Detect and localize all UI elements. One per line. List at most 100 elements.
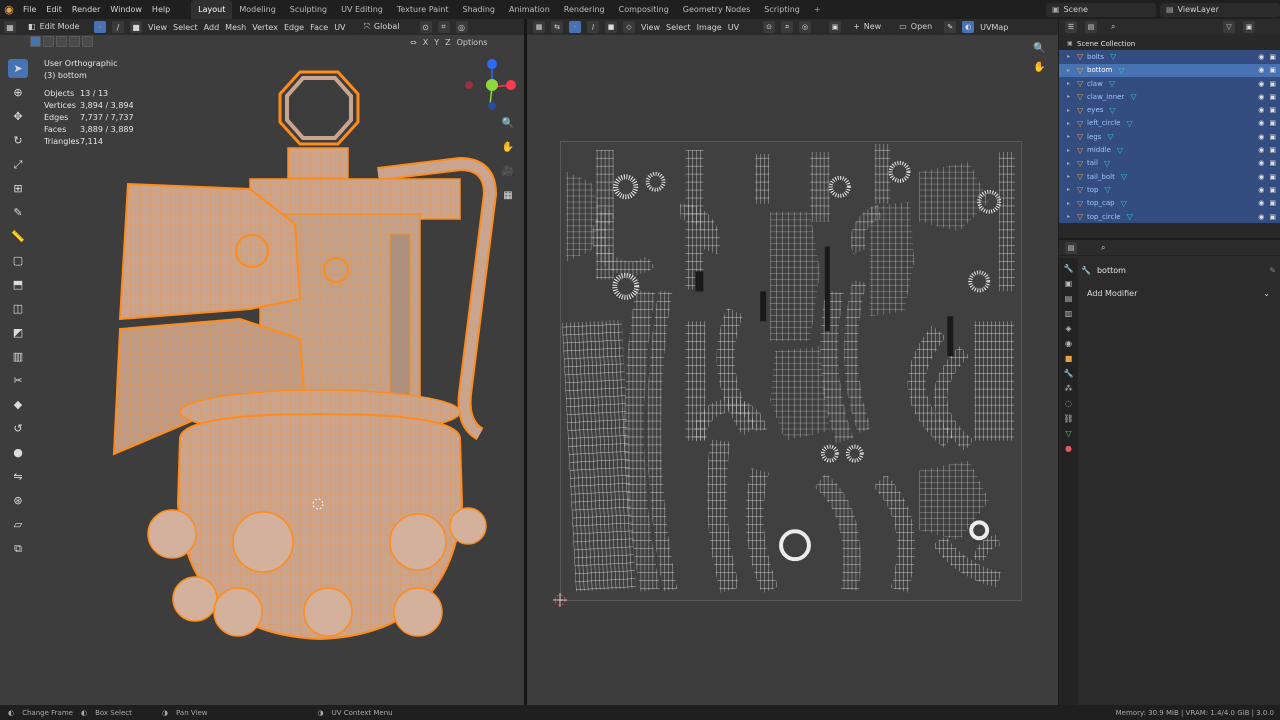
uv-island[interactable]	[693, 398, 768, 442]
filter-icon[interactable]: ▽	[1223, 21, 1235, 33]
tab-shading[interactable]: Shading	[455, 0, 502, 19]
open-image-button[interactable]: ▭ Open	[893, 20, 939, 34]
uv-island[interactable]	[755, 153, 770, 204]
tab-rendering[interactable]: Rendering	[557, 0, 612, 19]
data-tab-icon[interactable]: ▽	[1065, 429, 1071, 438]
orientation-select[interactable]: ⤧ Global	[357, 20, 414, 34]
uv-island[interactable]	[770, 211, 820, 342]
pivot-icon[interactable]: ⊙	[419, 21, 432, 33]
uv-island-select-icon[interactable]: ◇	[623, 21, 635, 33]
pan-hand-icon[interactable]: ✋	[500, 139, 516, 155]
uv-face-select-icon[interactable]: ■	[605, 21, 617, 33]
uv-island[interactable]	[874, 143, 891, 204]
uv-island[interactable]	[973, 534, 1001, 562]
editor-type-icon[interactable]: ▦	[4, 21, 16, 33]
uv-pivot-icon[interactable]: ⊙	[763, 21, 776, 33]
material-tab-icon[interactable]: ●	[1065, 444, 1072, 453]
move-tool-icon[interactable]: ✥	[8, 107, 28, 126]
outliner-item-eyes[interactable]: ▸ ▽ eyes ▽ ◉ ▣	[1059, 103, 1280, 117]
uv-proportional-icon[interactable]: ◎	[799, 21, 812, 33]
camera-icon[interactable]: ▣	[1269, 146, 1276, 154]
axis-y-toggle[interactable]: Y	[434, 38, 439, 47]
outliner-editor-type-icon[interactable]: ☰	[1065, 21, 1077, 33]
uv-island[interactable]	[969, 520, 990, 541]
eye-icon[interactable]: ◉	[1258, 80, 1264, 88]
gizmo-x-axis[interactable]	[506, 80, 516, 90]
outliner-item-claw-inner[interactable]: ▸ ▽ claw_inner ▽ ◉ ▣	[1059, 90, 1280, 104]
menu-edge[interactable]: Edge	[284, 23, 304, 32]
leg[interactable]	[172, 576, 218, 622]
uv-island[interactable]	[843, 279, 872, 434]
extrude-tool-icon[interactable]: ⬒	[8, 275, 28, 294]
tab-compositing[interactable]: Compositing	[612, 0, 676, 19]
outliner-item-top[interactable]: ▸ ▽ top ▽ ◉ ▣	[1059, 183, 1280, 197]
snap-icon[interactable]: ⌗	[437, 21, 450, 33]
grid-ortho-icon[interactable]: ▦	[500, 187, 516, 203]
camera-icon[interactable]: ▣	[1269, 133, 1276, 141]
uv-island[interactable]	[968, 270, 991, 293]
expand-chevron-icon[interactable]: ▸	[1067, 133, 1077, 140]
mode-select[interactable]: ◧ Edit Mode	[22, 20, 88, 34]
uv-island-selected[interactable]	[695, 271, 704, 292]
select-box-tool-icon[interactable]: ➤	[8, 59, 28, 78]
expand-chevron-icon[interactable]: ▸	[1067, 160, 1077, 167]
uv-island[interactable]	[919, 460, 990, 541]
camera-icon[interactable]: ▣	[1269, 199, 1276, 207]
shear-tool-icon[interactable]: ▱	[8, 515, 28, 534]
uvmap-select[interactable]: UVMap	[980, 23, 1008, 32]
scene-field[interactable]: ▣ Scene	[1046, 2, 1156, 17]
eye-icon[interactable]: ◉	[1258, 159, 1264, 167]
tab-animation[interactable]: Animation	[502, 0, 557, 19]
leg[interactable]	[449, 507, 487, 545]
properties-editor[interactable]: ▤ ⌕ 🔧 ▣ ▤ ▥ ◈ ◉ ■ 🔧 ⁂ ◌ ⛓ ▽ ● 🔧 bottom ✎…	[1059, 240, 1280, 705]
top-ring[interactable]	[278, 70, 360, 146]
mirror-icon[interactable]: ⇔	[410, 38, 417, 47]
vertex-select-icon[interactable]: ·	[94, 21, 106, 33]
add-workspace-button[interactable]: +	[807, 0, 828, 19]
outliner-item-tail[interactable]: ▸ ▽ tail ▽ ◉ ▣	[1059, 156, 1280, 170]
view-layer-field[interactable]: ▤ ViewLayer	[1160, 2, 1280, 17]
eye-icon[interactable]: ◉	[1258, 53, 1264, 61]
uv-island[interactable]	[974, 321, 1015, 441]
loop-cut-tool-icon[interactable]: ▥	[8, 347, 28, 366]
annotate-tool-icon[interactable]: ✎	[8, 203, 28, 222]
expand-chevron-icon[interactable]: ▸	[1067, 186, 1077, 193]
uv-island[interactable]	[873, 474, 916, 593]
edge-slide-tool-icon[interactable]: ⇋	[8, 467, 28, 486]
uv-snap-icon[interactable]: ⌗	[781, 21, 794, 33]
eye-icon[interactable]: ◉	[1258, 133, 1264, 141]
outliner-item-tail-bolt[interactable]: ▸ ▽ tail_bolt ▽ ◉ ▣	[1059, 169, 1280, 184]
uv-editor-type-icon[interactable]: ▦	[533, 21, 545, 33]
menu-file[interactable]: File	[18, 0, 41, 19]
uv-layout[interactable]	[560, 141, 1022, 601]
uv-menu-uv[interactable]: UV	[728, 23, 739, 32]
leg[interactable]	[147, 509, 197, 559]
world-tab-icon[interactable]: ◉	[1065, 339, 1072, 348]
constraints-tab-icon[interactable]: ⛓	[1063, 414, 1073, 423]
uv-island[interactable]	[999, 151, 1016, 292]
outliner-item-left-circle[interactable]: ▸ ▽ left_circle ▽ ◉ ▣	[1059, 116, 1280, 131]
view-layer-tab-icon[interactable]: ▥	[1065, 309, 1073, 318]
menu-uv[interactable]: UV	[334, 23, 345, 32]
eye-icon[interactable]: ◉	[1258, 173, 1264, 181]
camera-icon[interactable]: ▣	[1269, 106, 1276, 114]
eye-icon[interactable]: ◉	[1258, 213, 1264, 221]
uv-island[interactable]	[888, 160, 911, 183]
scale-tool-icon[interactable]: ⤢	[8, 155, 28, 174]
expand-chevron-icon[interactable]: ▸	[1067, 107, 1077, 114]
shrink-tool-icon[interactable]: ⊛	[8, 491, 28, 510]
expand-chevron-icon[interactable]: ▸	[1067, 53, 1077, 60]
camera-icon[interactable]: ▣	[1269, 173, 1276, 181]
object-tab-icon[interactable]: ■	[1065, 354, 1073, 363]
expand-chevron-icon[interactable]: ▸	[1067, 120, 1077, 127]
select-new-icon[interactable]	[30, 36, 41, 47]
uv-edge-select-icon[interactable]: /	[587, 21, 599, 33]
select-invert-icon[interactable]	[69, 36, 80, 47]
tab-texture-paint[interactable]: Texture Paint	[390, 0, 456, 19]
outliner-item-claw[interactable]: ▸ ▽ claw ▽ ◉ ▣	[1059, 76, 1280, 91]
rotate-tool-icon[interactable]: ↻	[8, 131, 28, 150]
uv-island[interactable]	[779, 529, 811, 562]
outliner-item-top-cap[interactable]: ▸ ▽ top_cap ▽ ◉ ▣	[1059, 196, 1280, 210]
measure-tool-icon[interactable]: 📏	[8, 227, 28, 246]
uv-island[interactable]	[809, 151, 830, 222]
